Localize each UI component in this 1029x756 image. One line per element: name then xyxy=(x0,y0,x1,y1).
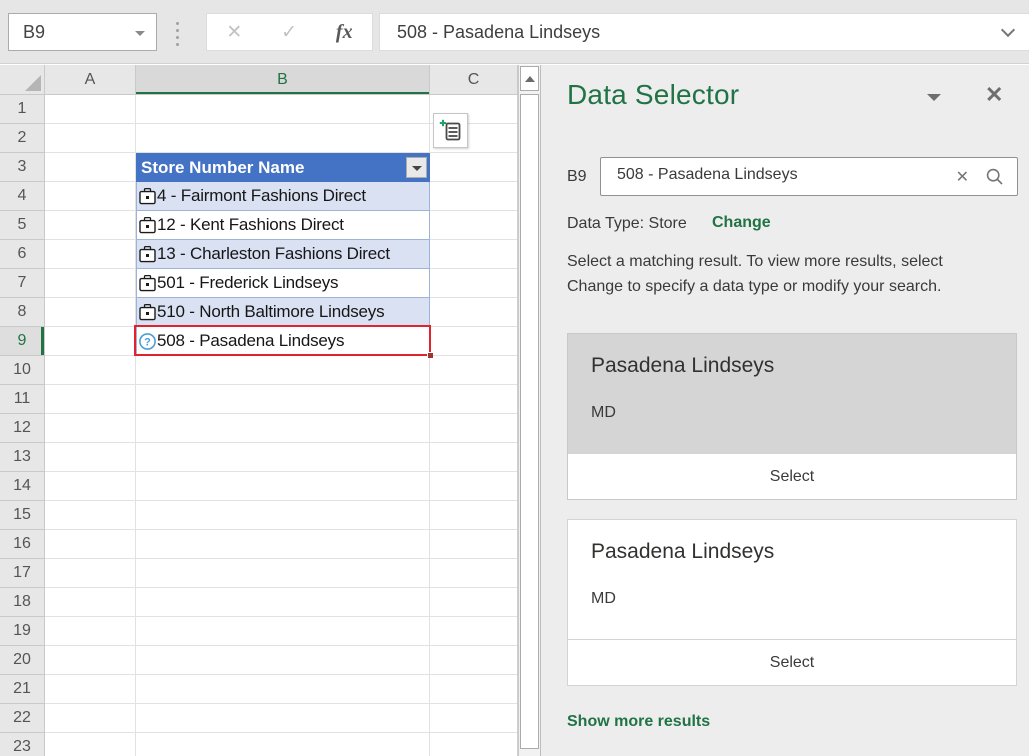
row-header[interactable]: 19 xyxy=(0,617,45,646)
result-card-body[interactable]: Pasadena Lindseys MD xyxy=(568,520,1016,639)
row-header[interactable]: 11 xyxy=(0,385,45,414)
row-header[interactable]: 1 xyxy=(0,95,45,124)
search-input[interactable] xyxy=(617,166,917,184)
row-header[interactable]: 9 xyxy=(0,327,45,356)
row-header[interactable]: 6 xyxy=(0,240,45,269)
formula-bar-grip-icon[interactable] xyxy=(176,22,180,50)
result-cards: Pasadena Lindseys MD Select Pasadena Lin… xyxy=(567,333,1017,705)
store-data-type-icon[interactable] xyxy=(138,187,157,206)
result-select-button[interactable]: Select xyxy=(568,453,1016,499)
row-header[interactable]: 2 xyxy=(0,124,45,153)
table-row[interactable]: 12 - Kent Fashions Direct xyxy=(137,211,429,240)
result-title: Pasadena Lindseys xyxy=(591,354,774,378)
result-card[interactable]: Pasadena Lindseys MD Select xyxy=(567,519,1017,686)
result-subtitle: MD xyxy=(591,404,616,422)
worksheet-grid: A B C 1234567891011121314151617181920212… xyxy=(0,65,518,756)
result-title: Pasadena Lindseys xyxy=(591,540,774,564)
clear-search-icon[interactable]: ✕ xyxy=(956,167,969,187)
store-data-type-icon[interactable] xyxy=(138,274,157,293)
cell-text: 501 - Frederick Lindseys xyxy=(157,273,338,293)
select-all-icon xyxy=(25,75,41,91)
store-table: Store Number Name 4 - Fairmont Fashions … xyxy=(136,153,430,356)
table-row[interactable]: 501 - Frederick Lindseys xyxy=(137,269,429,298)
insert-data-button[interactable] xyxy=(433,113,468,148)
name-box[interactable]: B9 xyxy=(8,13,157,51)
row-header[interactable]: 15 xyxy=(0,501,45,530)
row-header[interactable]: 22 xyxy=(0,704,45,733)
row-header[interactable]: 20 xyxy=(0,646,45,675)
table-header-cell[interactable]: Store Number Name xyxy=(136,153,430,182)
cell-text: 13 - Charleston Fashions Direct xyxy=(157,244,390,264)
row-header[interactable]: 18 xyxy=(0,588,45,617)
question-mark-icon[interactable]: ? xyxy=(138,332,157,351)
change-link[interactable]: Change xyxy=(712,214,771,232)
table-row[interactable]: 13 - Charleston Fashions Direct xyxy=(137,240,429,269)
search-icon[interactable] xyxy=(985,167,1005,187)
store-data-type-icon[interactable] xyxy=(138,245,157,264)
column-header-a[interactable]: A xyxy=(45,65,136,95)
result-select-button[interactable]: Select xyxy=(568,639,1016,685)
show-more-results-link[interactable]: Show more results xyxy=(567,713,710,731)
row-header[interactable]: 16 xyxy=(0,530,45,559)
data-selector-panel: Data Selector ✕ B9 ✕ Data Type: Store Ch… xyxy=(541,65,1029,756)
row-header[interactable]: 7 xyxy=(0,269,45,298)
table-body: 4 - Fairmont Fashions Direct 12 - Kent Fa… xyxy=(136,182,430,356)
scroll-up-icon xyxy=(525,76,535,82)
formula-bar[interactable]: 508 - Pasadena Lindseys xyxy=(379,13,1029,51)
formula-buttons: ✕ ✓ fx xyxy=(206,13,373,51)
panel-title: Data Selector xyxy=(567,79,739,111)
row-headers: 1234567891011121314151617181920212223 xyxy=(0,95,45,756)
enter-icon[interactable]: ✓ xyxy=(281,21,297,44)
formula-bar-row: B9 ✕ ✓ fx 508 - Pasadena Lindseys xyxy=(0,0,1029,64)
cell-text: 508 - Pasadena Lindseys xyxy=(157,331,344,351)
cancel-icon[interactable]: ✕ xyxy=(226,21,242,44)
row-header[interactable]: 4 xyxy=(0,182,45,211)
store-data-type-icon[interactable] xyxy=(138,303,157,322)
row-header[interactable]: 13 xyxy=(0,443,45,472)
scrollbar-thumb[interactable] xyxy=(520,94,539,749)
row-header[interactable]: 5 xyxy=(0,211,45,240)
panel-close-icon[interactable]: ✕ xyxy=(985,82,1003,108)
filter-dropdown-button[interactable] xyxy=(406,157,427,178)
result-subtitle: MD xyxy=(591,590,616,608)
table-row[interactable]: 510 - North Baltimore Lindseys xyxy=(137,298,429,327)
filter-arrow-icon xyxy=(412,166,422,171)
cell-text: 12 - Kent Fashions Direct xyxy=(157,215,344,235)
svg-text:?: ? xyxy=(144,336,151,348)
panel-cell-reference: B9 xyxy=(567,168,587,186)
select-all-button[interactable] xyxy=(0,65,45,95)
row-header[interactable]: 3 xyxy=(0,153,45,182)
table-row[interactable]: ? 508 - Pasadena Lindseys xyxy=(137,327,429,356)
column-header-c[interactable]: C xyxy=(430,65,518,95)
store-data-type-icon[interactable] xyxy=(138,216,157,235)
row-header[interactable]: 23 xyxy=(0,733,45,756)
result-card-body[interactable]: Pasadena Lindseys MD xyxy=(568,334,1016,453)
table-row[interactable]: 4 - Fairmont Fashions Direct xyxy=(137,182,429,211)
row-header[interactable]: 17 xyxy=(0,559,45,588)
row-header[interactable]: 12 xyxy=(0,414,45,443)
column-header-b[interactable]: B xyxy=(136,65,430,95)
row-header[interactable]: 10 xyxy=(0,356,45,385)
scroll-up-button[interactable] xyxy=(520,66,539,91)
vertical-scrollbar[interactable] xyxy=(518,65,541,756)
row-header[interactable]: 8 xyxy=(0,298,45,327)
formula-bar-value: 508 - Pasadena Lindseys xyxy=(397,22,600,43)
data-type-label: Data Type: Store xyxy=(567,215,687,233)
name-box-dropdown-icon[interactable] xyxy=(135,31,145,36)
row-header[interactable]: 14 xyxy=(0,472,45,501)
instruction-text: Select a matching result. To view more r… xyxy=(567,249,983,299)
insert-data-icon xyxy=(439,119,463,143)
row-header[interactable]: 21 xyxy=(0,675,45,704)
cell-text: 510 - North Baltimore Lindseys xyxy=(157,302,384,322)
insert-function-icon[interactable]: fx xyxy=(336,21,353,44)
cell-text: 4 - Fairmont Fashions Direct xyxy=(157,186,366,206)
formula-bar-expand-icon[interactable] xyxy=(1001,23,1015,37)
name-box-value: B9 xyxy=(23,22,45,43)
result-card[interactable]: Pasadena Lindseys MD Select xyxy=(567,333,1017,500)
excel-window: B9 ✕ ✓ fx 508 - Pasadena Lindseys A B C … xyxy=(0,0,1029,756)
search-box: ✕ xyxy=(600,157,1018,196)
panel-options-icon[interactable] xyxy=(927,94,941,101)
